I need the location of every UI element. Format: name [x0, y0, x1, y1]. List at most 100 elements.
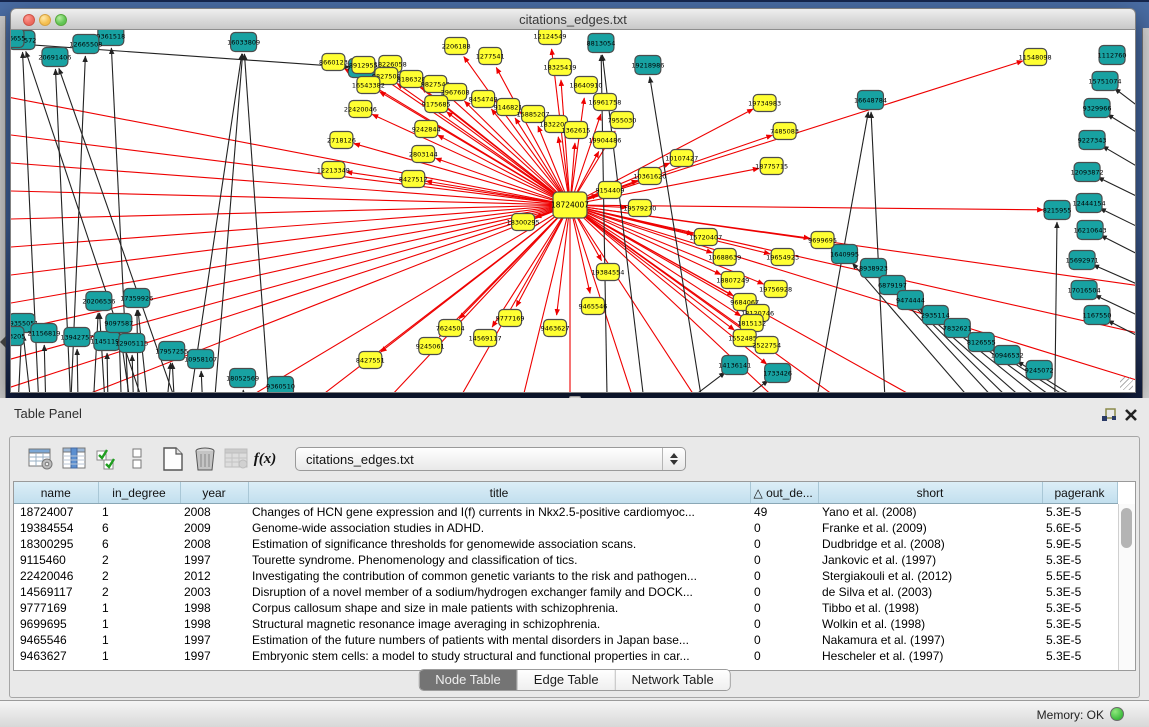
citation-edge-black[interactable] — [1115, 88, 1135, 130]
table-cell[interactable]: 0 — [750, 584, 818, 600]
table-cell[interactable]: Investigating the contribution of common… — [248, 568, 750, 584]
citation-edge-black[interactable] — [852, 263, 1014, 392]
table-cell[interactable]: Embryonic stem cells: a model to study s… — [248, 648, 750, 664]
table-cell[interactable]: 9463627 — [14, 648, 98, 664]
table-cell[interactable]: 1 — [98, 600, 180, 616]
table-cell[interactable]: Dudbridge et al. (2008) — [818, 536, 1042, 552]
unselect-all-columns-button[interactable] — [122, 444, 152, 474]
citation-edge-black[interactable] — [23, 335, 36, 392]
column-header-year[interactable]: year — [180, 482, 248, 504]
table-cell[interactable]: 2 — [98, 584, 180, 600]
table-cell[interactable]: 2 — [98, 568, 180, 584]
panel-collapse-arrow-icon[interactable] — [0, 336, 6, 348]
citation-edge-black[interactable] — [172, 363, 176, 392]
table-row[interactable]: 1938455462009Genome-wide association stu… — [14, 520, 1117, 536]
function-builder-button[interactable]: f(x) — [250, 444, 280, 474]
table-cell[interactable]: 5.3E-5 — [1042, 504, 1117, 521]
citation-edge-black[interactable] — [665, 380, 768, 392]
table-cell[interactable]: 9699695 — [14, 616, 98, 632]
table-cell[interactable]: 5.3E-5 — [1042, 648, 1117, 664]
citation-edge-black[interactable] — [1101, 235, 1135, 270]
table-cell[interactable]: 2009 — [180, 520, 248, 536]
table-row[interactable]: 1830029562008Estimation of significance … — [14, 536, 1117, 552]
window-resize-grip[interactable] — [1120, 377, 1133, 390]
table-row[interactable]: 1872400712008Changes of HCN gene express… — [14, 504, 1117, 521]
column-header-title[interactable]: title — [248, 482, 750, 504]
citation-edge-black[interactable] — [201, 371, 204, 392]
table-cell[interactable]: 1 — [98, 504, 180, 521]
table-scrollbar-thumb[interactable] — [1121, 508, 1132, 548]
table-cell[interactable]: 1998 — [180, 600, 248, 616]
citation-edge-red[interactable] — [11, 205, 570, 220]
table-cell[interactable]: 0 — [750, 536, 818, 552]
table-cell[interactable]: Estimation of the future numbers of pati… — [248, 632, 750, 648]
table-cell[interactable]: 0 — [750, 632, 818, 648]
table-cell[interactable]: Franke et al. (2009) — [818, 520, 1042, 536]
citation-edge-black[interactable] — [44, 345, 47, 392]
table-cell[interactable]: 5.6E-5 — [1042, 520, 1117, 536]
table-cell[interactable]: 9115460 — [14, 552, 98, 568]
citation-edge-red[interactable] — [510, 205, 570, 392]
table-cell[interactable]: 1 — [98, 616, 180, 632]
table-cell[interactable]: 1997 — [180, 632, 248, 648]
citation-edge-black[interactable] — [77, 349, 79, 392]
table-cell[interactable]: 1 — [98, 632, 180, 648]
table-cell[interactable]: Tourette syndrome. Phenomenology and cla… — [248, 552, 750, 568]
citation-edge-red[interactable] — [557, 205, 570, 315]
table-cell[interactable]: 9777169 — [14, 600, 98, 616]
table-cell[interactable]: 1997 — [180, 648, 248, 664]
table-cell[interactable]: 2003 — [180, 584, 248, 600]
table-cell[interactable]: 0 — [750, 568, 818, 584]
table-cell[interactable]: de Silva et al. (2003) — [818, 584, 1042, 600]
table-cell[interactable]: 0 — [750, 520, 818, 536]
citation-edge-black[interactable] — [871, 112, 887, 392]
column-header-in_degree[interactable]: in_degree — [98, 482, 180, 504]
table-cell[interactable]: 6 — [98, 536, 180, 552]
table-cell[interactable]: Jankovic et al. (1997) — [818, 552, 1042, 568]
table-cell[interactable]: 14569117 — [14, 584, 98, 600]
citation-edge-black[interactable] — [1107, 114, 1135, 152]
column-header-pagerank[interactable]: pagerank — [1042, 482, 1117, 504]
table-cell[interactable]: Nakamura et al. (1997) — [818, 632, 1042, 648]
table-cell[interactable]: 5.3E-5 — [1042, 616, 1117, 632]
table-row[interactable]: 1456911722003Disruption of a novel membe… — [14, 584, 1117, 600]
table-cell[interactable]: 19384554 — [14, 520, 98, 536]
table-cell[interactable]: 2008 — [180, 504, 248, 521]
table-cell[interactable]: 5.3E-5 — [1042, 584, 1117, 600]
table-cell[interactable]: 18724007 — [14, 504, 98, 521]
citation-edge-black[interactable] — [91, 313, 98, 392]
table-row[interactable]: 946362711997Embryonic stem cells: a mode… — [14, 648, 1117, 664]
citation-edge-black[interactable] — [1102, 146, 1135, 185]
table-row[interactable]: 969969511998Structural magnetic resonanc… — [14, 616, 1117, 632]
table-row[interactable]: 2242004622012Investigating the contribut… — [14, 568, 1117, 584]
citation-edge-black[interactable] — [243, 390, 246, 392]
table-mode-button[interactable] — [26, 444, 56, 474]
table-cell[interactable]: Yano et al. (2008) — [818, 504, 1042, 521]
table-cell[interactable]: 0 — [750, 600, 818, 616]
new-column-button[interactable] — [158, 444, 188, 474]
citation-edge-black[interactable] — [1054, 222, 1057, 392]
table-cell[interactable]: Structural magnetic resonance image aver… — [248, 616, 750, 632]
select-all-columns-button[interactable] — [92, 444, 122, 474]
column-header-out_de[interactable]: △ out_de... — [750, 482, 818, 504]
table-row[interactable]: 977716911998Corpus callosum shape and si… — [14, 600, 1117, 616]
network-window-titlebar[interactable]: citations_edges.txt — [10, 8, 1136, 30]
citation-edge-black[interactable] — [1108, 320, 1135, 352]
delete-table-button[interactable] — [222, 444, 252, 474]
citation-edge-black[interactable] — [1100, 208, 1135, 242]
table-cell[interactable]: Stergiakouli et al. (2012) — [818, 568, 1042, 584]
table-cell[interactable]: 5.3E-5 — [1042, 552, 1117, 568]
table-cell[interactable]: Tibbo et al. (1998) — [818, 600, 1042, 616]
citation-edge-red[interactable] — [11, 205, 570, 340]
table-cell[interactable]: 5.3E-5 — [1042, 632, 1117, 648]
table-cell[interactable]: 22420046 — [14, 568, 98, 584]
table-cell[interactable]: 5.5E-5 — [1042, 568, 1117, 584]
tab-node-table[interactable]: Node Table — [419, 670, 517, 690]
table-cell[interactable]: 1997 — [180, 552, 248, 568]
table-cell[interactable]: Corpus callosum shape and size in male p… — [248, 600, 750, 616]
table-cell[interactable]: Wolkin et al. (1998) — [818, 616, 1042, 632]
show-column-button[interactable] — [60, 444, 90, 474]
citation-edge-red[interactable] — [570, 98, 584, 205]
table-cell[interactable]: 18300295 — [14, 536, 98, 552]
network-canvas[interactable]: 1872400714055722069140693615182126655126… — [11, 30, 1135, 392]
